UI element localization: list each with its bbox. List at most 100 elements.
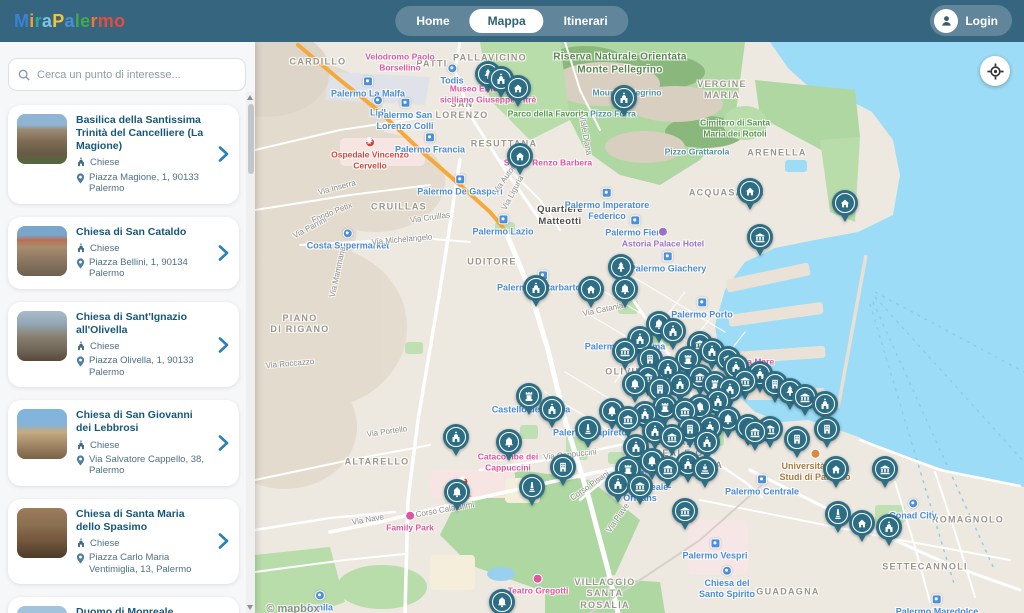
marker-glyph-icon	[791, 433, 803, 445]
poi-map-marker-home[interactable]	[737, 178, 763, 211]
poi-map-marker-bell[interactable]	[444, 479, 470, 512]
scrollbar-thumb[interactable]	[248, 104, 254, 174]
marker-glyph-icon	[523, 390, 535, 402]
poi-thumbnail	[17, 114, 67, 164]
poi-map-marker-building[interactable]	[784, 426, 810, 459]
map-pin-icon	[76, 258, 85, 269]
marker-glyph-icon	[667, 325, 679, 337]
poi-map-marker-museum[interactable]	[672, 498, 698, 531]
poi-category-row: Chiese	[76, 341, 207, 352]
search-input[interactable]	[37, 69, 236, 81]
marker-glyph-icon	[659, 401, 671, 413]
chevron-right-icon[interactable]	[216, 245, 230, 261]
marker-glyph-icon	[679, 505, 691, 517]
marker-glyph-icon	[629, 378, 641, 390]
marker-glyph-icon	[585, 283, 597, 295]
search-icon	[18, 69, 30, 81]
poi-map-marker-building[interactable]	[814, 416, 840, 449]
poi-category: Chiese	[90, 157, 120, 168]
poi-map-marker-church[interactable]	[523, 275, 549, 308]
poi-address-row: Piazza Magione, 1, 90133 Palermo	[76, 172, 207, 195]
poi-card[interactable]: Duomo di Monreale Chiese Piazza Guglielm…	[8, 597, 239, 613]
poi-address: Piazza Carlo Maria Ventimiglia, 13, Pale…	[89, 552, 207, 575]
church-category-icon	[76, 243, 86, 253]
poi-category-row: Chiese	[76, 157, 207, 168]
logo-letter: r	[90, 11, 97, 32]
nav-tab-home[interactable]: Home	[398, 9, 467, 33]
poi-map-marker-fountain[interactable]	[692, 456, 718, 489]
poi-card[interactable]: Chiesa di San Giovanni dei Lebbrosi Chie…	[8, 400, 239, 485]
logo-letter: M	[14, 11, 29, 32]
poi-card[interactable]: Chiesa di Santa Maria dello Spasimo Chie…	[8, 499, 239, 584]
poi-map-marker-museum[interactable]	[627, 473, 653, 506]
search-box[interactable]	[8, 58, 246, 91]
poi-map-marker-museum[interactable]	[747, 224, 773, 257]
scroll-down-arrow-icon[interactable]	[247, 605, 253, 610]
poi-address: Piazza Bellini, 1, 90134 Palermo	[89, 257, 207, 280]
marker-glyph-icon	[582, 423, 594, 435]
marker-glyph-icon	[619, 345, 631, 357]
poi-map-marker-home[interactable]	[505, 75, 531, 108]
poi-title: Chiesa di Santa Maria dello Spasimo	[76, 508, 207, 534]
poi-map-marker-church[interactable]	[876, 514, 902, 547]
poi-map-marker-museum[interactable]	[742, 419, 768, 452]
church-category-icon	[76, 440, 86, 450]
poi-map-marker-museum[interactable]	[655, 456, 681, 489]
app-header: MiraPalermo HomeMappaItinerari Login	[0, 0, 1024, 42]
poi-map-marker-home[interactable]	[823, 456, 849, 489]
poi-map-marker-monument[interactable]	[575, 416, 601, 449]
marker-glyph-icon	[530, 282, 542, 294]
poi-card[interactable]: Basilica della Santissima Trinità del Ca…	[8, 105, 239, 204]
sidebar-scrollbar[interactable]	[246, 92, 255, 613]
marker-glyph-icon	[832, 508, 844, 520]
marker-glyph-icon	[701, 436, 713, 448]
logo-letter: a	[42, 11, 52, 32]
poi-map-marker-bell[interactable]	[489, 589, 515, 613]
poi-map-marker-building[interactable]	[550, 454, 576, 487]
nav-tab-itinerari[interactable]: Itinerari	[546, 9, 626, 33]
poi-map-marker-bell[interactable]	[622, 371, 648, 404]
marker-glyph-icon	[546, 403, 558, 415]
poi-card[interactable]: Chiesa di Sant'Ignazio all'Olivella Chie…	[8, 302, 239, 387]
poi-thumbnail	[17, 226, 67, 276]
poi-map-marker-monument[interactable]	[519, 474, 545, 507]
poi-map-marker-bell[interactable]	[612, 276, 638, 309]
scroll-up-arrow-icon[interactable]	[247, 95, 253, 100]
login-button[interactable]: Login	[930, 5, 1012, 36]
poi-map-marker-church[interactable]	[611, 85, 637, 118]
chevron-right-icon[interactable]	[216, 146, 230, 162]
logo-letter: o	[114, 11, 125, 32]
poi-map-marker-home[interactable]	[832, 190, 858, 223]
chevron-right-icon[interactable]	[216, 435, 230, 451]
marker-glyph-icon	[821, 423, 833, 435]
poi-map-marker-home[interactable]	[849, 510, 875, 543]
poi-map-marker-home[interactable]	[507, 143, 533, 176]
poi-map-marker-museum[interactable]	[872, 456, 898, 489]
marker-glyph-icon	[512, 82, 524, 94]
poi-title: Chiesa di Sant'Ignazio all'Olivella	[76, 311, 207, 337]
logo-letter: r	[35, 11, 42, 32]
chevron-right-icon[interactable]	[216, 533, 230, 549]
marker-glyph-icon	[618, 92, 630, 104]
nav-tab-mappa[interactable]: Mappa	[470, 9, 544, 33]
poi-list[interactable]: Basilica della Santissima Trinità del Ca…	[0, 100, 247, 613]
poi-card[interactable]: Chiesa di San Cataldo Chiese Piazza Bell…	[8, 217, 239, 289]
poi-category: Chiese	[90, 243, 120, 254]
marker-glyph-icon	[612, 478, 624, 490]
church-category-icon	[76, 341, 86, 351]
chevron-right-icon[interactable]	[216, 337, 230, 353]
marker-glyph-icon	[883, 521, 895, 533]
marker-glyph-icon	[674, 378, 686, 390]
marker-glyph-icon	[662, 463, 674, 475]
poi-map-marker-church[interactable]	[539, 396, 565, 429]
poi-thumbnail	[17, 409, 67, 459]
map-canvas[interactable]: CARDILLOPATTIPALLAVICINOSAN LORENZORESUT…	[255, 42, 1024, 613]
geolocate-button[interactable]	[980, 56, 1010, 86]
poi-map-marker-church[interactable]	[443, 424, 469, 457]
poi-map-marker-bell[interactable]	[496, 429, 522, 462]
map-pin-icon	[76, 173, 85, 184]
poi-map-marker-home[interactable]	[578, 276, 604, 309]
poi-map-marker-monument[interactable]	[825, 501, 851, 534]
poi-title: Chiesa di San Cataldo	[76, 226, 207, 239]
marker-glyph-icon	[666, 431, 678, 443]
